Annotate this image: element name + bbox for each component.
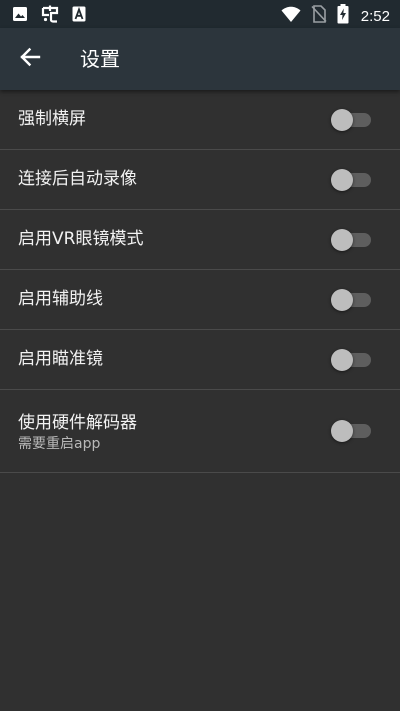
setting-label: 启用VR眼镜模式	[18, 229, 144, 249]
no-sim-icon	[311, 5, 327, 27]
crosshair-toggle[interactable]	[331, 348, 371, 372]
toggle-thumb	[331, 288, 353, 311]
status-bar-notifications	[12, 5, 86, 27]
toggle-thumb	[331, 228, 353, 251]
setting-label: 启用瞄准镜	[18, 349, 103, 369]
setting-label: 使用硬件解码器	[18, 413, 137, 433]
setting-label: 启用辅助线	[18, 289, 103, 309]
setting-row-auto-record[interactable]: 连接后自动录像	[0, 150, 400, 210]
setting-row-guide-lines[interactable]: 启用辅助线	[0, 270, 400, 330]
battery-charging-icon	[337, 4, 349, 28]
setting-row-vr-mode[interactable]: 启用VR眼镜模式	[0, 210, 400, 270]
guide-lines-toggle[interactable]	[331, 288, 371, 312]
toggle-thumb	[331, 168, 353, 191]
back-button[interactable]	[14, 43, 46, 75]
hardware-decoder-toggle[interactable]	[331, 419, 371, 443]
setting-row-force-landscape[interactable]: 强制横屏	[0, 90, 400, 150]
toggle-thumb	[331, 348, 353, 371]
setting-subtitle: 需要重启app	[18, 436, 101, 452]
toggle-thumb	[331, 420, 353, 442]
arrow-left-icon	[19, 46, 41, 72]
bug-icon	[40, 5, 60, 27]
font-a-icon	[72, 6, 86, 26]
force-landscape-toggle[interactable]	[331, 108, 371, 132]
status-time: 2:52	[360, 7, 390, 25]
auto-record-toggle[interactable]	[331, 168, 371, 192]
setting-row-hardware-decoder[interactable]: 使用硬件解码器 需要重启app	[0, 390, 400, 473]
setting-label: 强制横屏	[18, 109, 86, 129]
setting-row-crosshair[interactable]: 启用瞄准镜	[0, 330, 400, 390]
status-bar-system: 2:52	[281, 4, 390, 28]
page-title: 设置	[80, 47, 120, 71]
app-bar: 设置	[0, 28, 400, 90]
status-bar: 2:52	[0, 0, 400, 28]
vr-mode-toggle[interactable]	[331, 228, 371, 252]
wifi-icon	[281, 5, 301, 27]
settings-list: 强制横屏 连接后自动录像 启用VR眼镜模式 启用辅助线 启用瞄准镜 使用硬件解码…	[0, 90, 400, 473]
image-icon	[12, 6, 28, 26]
setting-label: 连接后自动录像	[18, 169, 137, 189]
toggle-thumb	[331, 108, 353, 131]
